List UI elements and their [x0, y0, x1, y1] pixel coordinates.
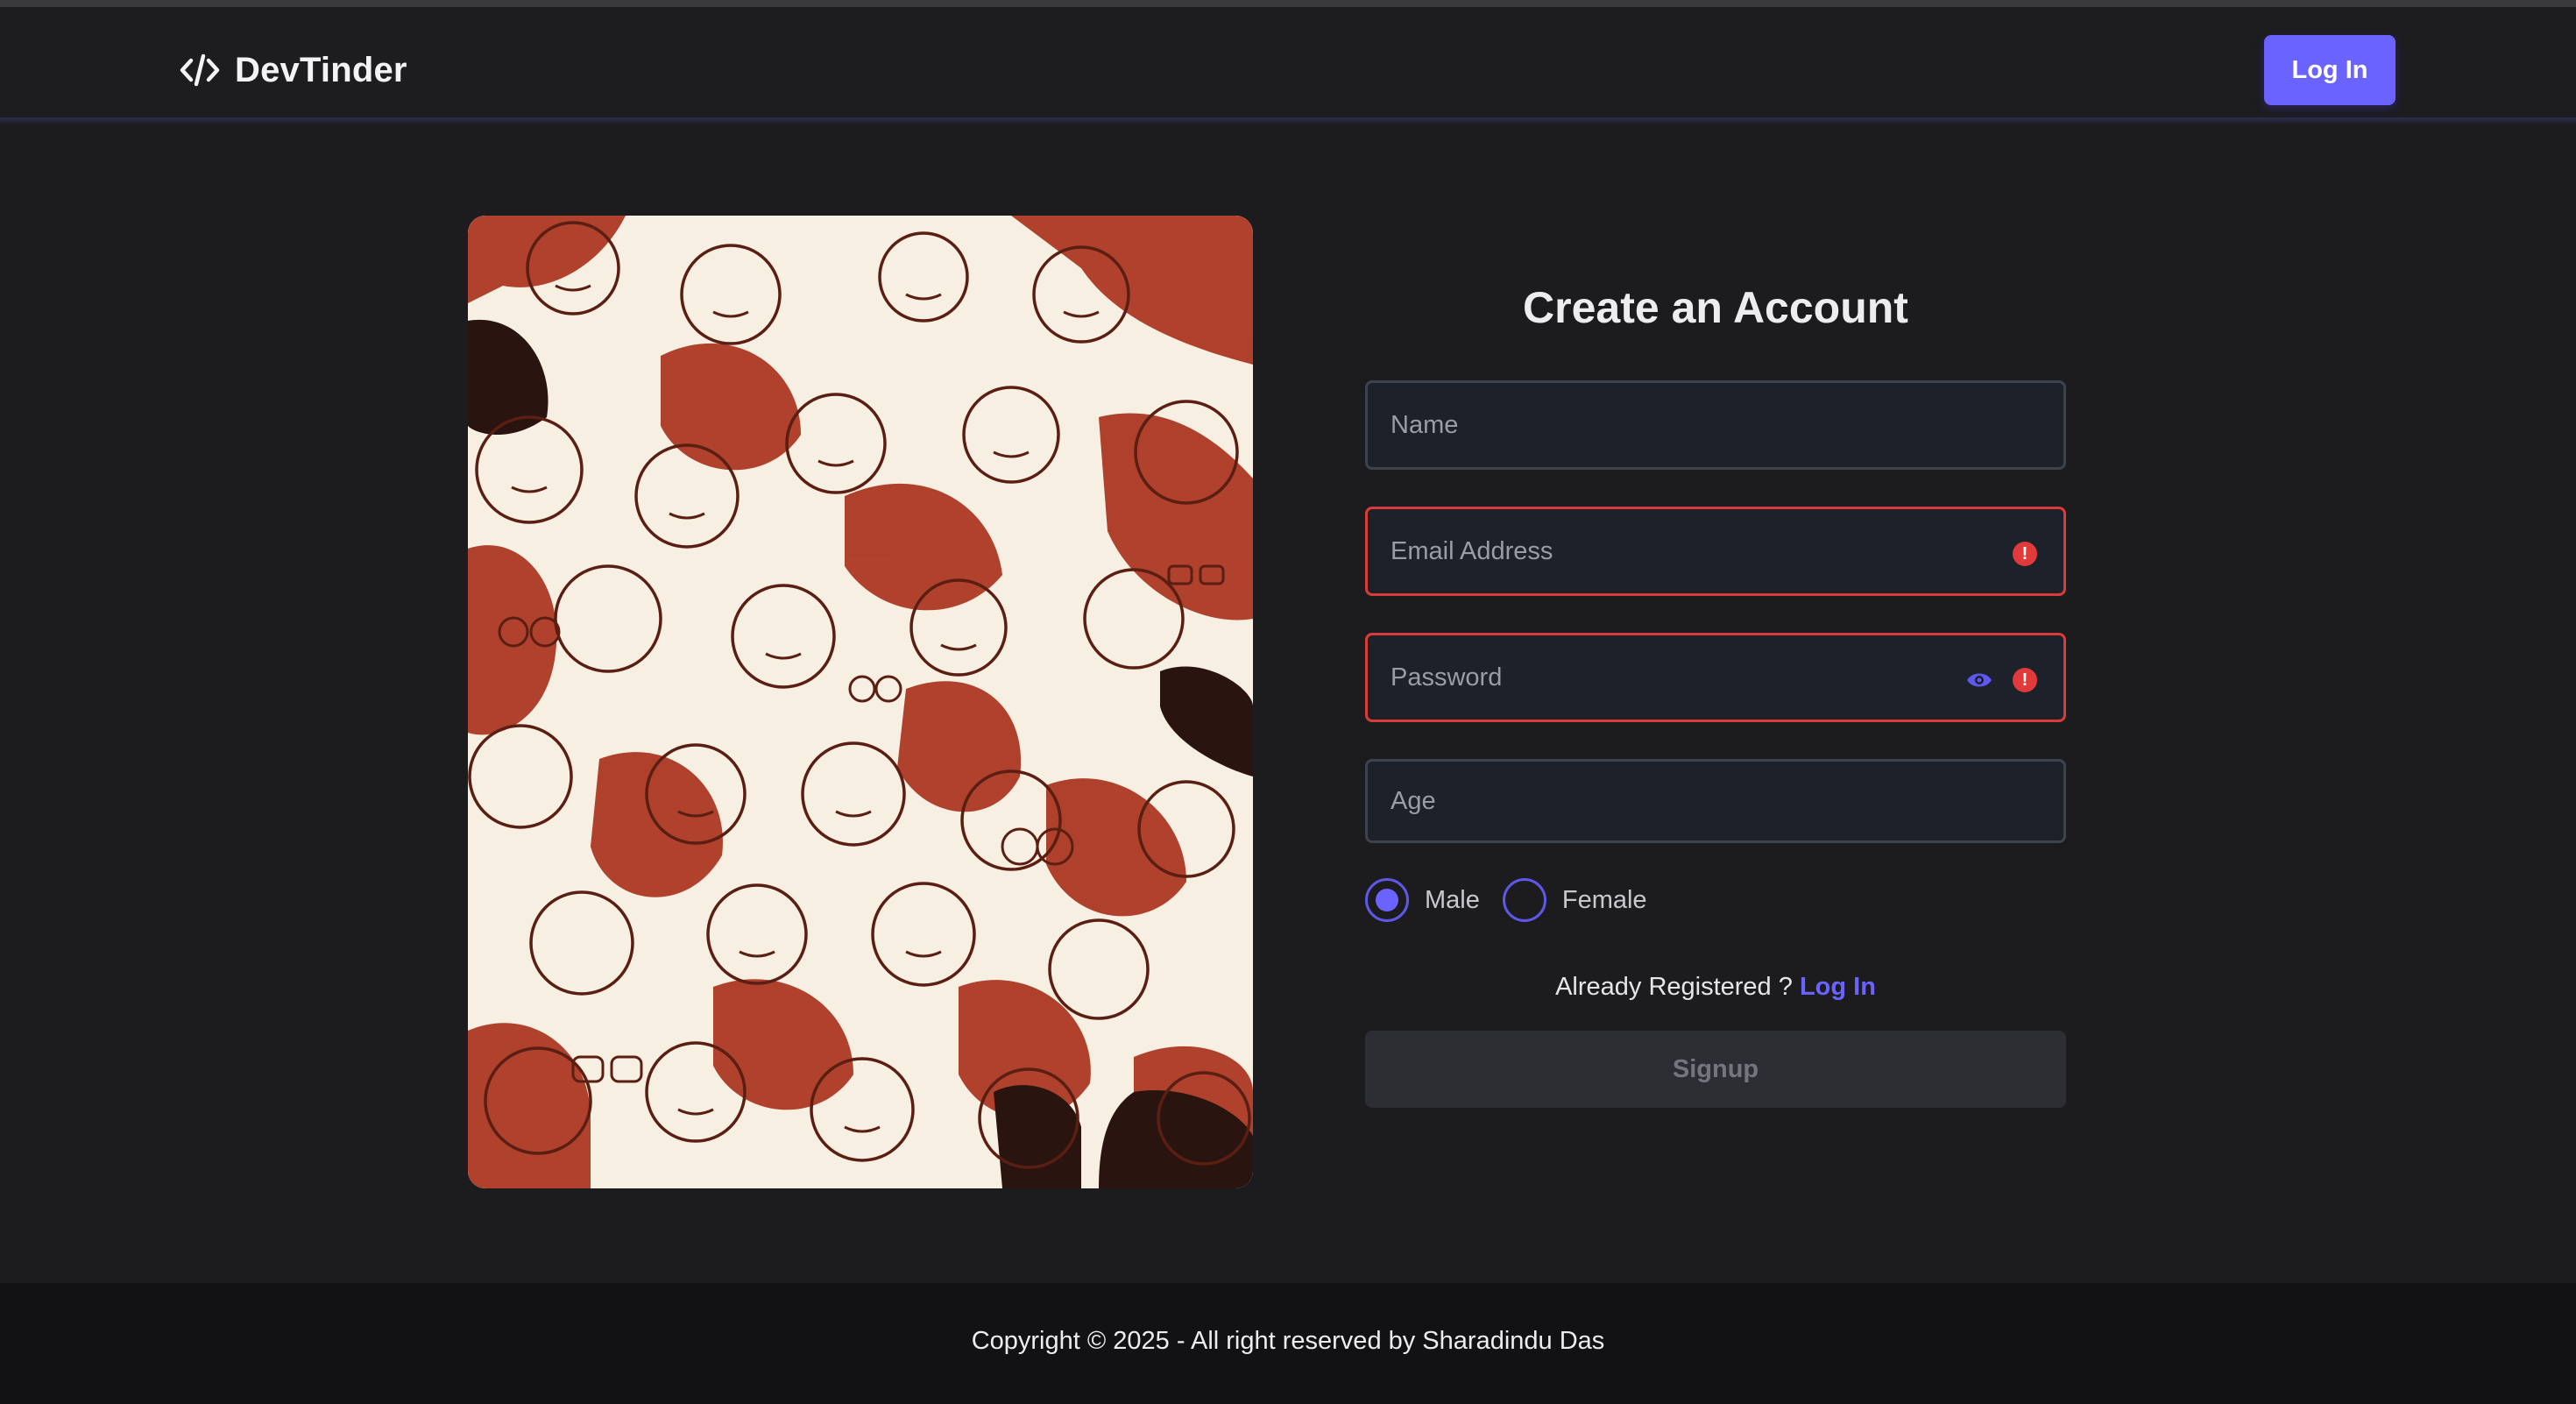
- female-label: Female: [1561, 885, 1647, 914]
- signup-button[interactable]: Signup: [1365, 1031, 2066, 1108]
- navbar-divider: [0, 117, 2576, 124]
- login-link[interactable]: Log In: [1800, 973, 1876, 1001]
- gender-radio-group: Male Female: [1365, 878, 1670, 922]
- password-field: !: [1365, 633, 2066, 722]
- already-registered-label: Already Registered ?: [1555, 973, 1800, 1001]
- male-label: Male: [1425, 885, 1480, 914]
- footer: Copyright © 2025 - All right reserved by…: [0, 1283, 2576, 1404]
- age-input[interactable]: [1368, 762, 2063, 840]
- brand-logo[interactable]: DevTinder: [179, 46, 407, 95]
- name-field: [1365, 380, 2066, 470]
- nav-login-button[interactable]: Log In: [2264, 35, 2396, 105]
- code-icon: [179, 53, 221, 88]
- already-registered-text: Already Registered ? Log In: [1365, 973, 2066, 1002]
- browser-top-strip: [0, 0, 2576, 7]
- password-input[interactable]: [1368, 635, 2063, 720]
- female-radio[interactable]: [1502, 878, 1546, 922]
- error-icon: !: [2013, 668, 2037, 692]
- gender-option-female[interactable]: Female: [1502, 878, 1647, 922]
- eye-icon[interactable]: [1965, 668, 1993, 692]
- male-radio[interactable]: [1365, 878, 1409, 922]
- gender-option-male[interactable]: Male: [1365, 878, 1480, 922]
- form-title: Create an Account: [1523, 283, 1908, 332]
- brand-name: DevTinder: [235, 50, 407, 89]
- error-icon: !: [2013, 542, 2037, 566]
- navbar: DevTinder Log In: [0, 7, 2576, 117]
- email-field: !: [1365, 507, 2066, 596]
- crowd-of-faces-illustration: [468, 216, 1253, 1188]
- age-field: [1365, 759, 2066, 843]
- email-input[interactable]: [1368, 509, 2063, 593]
- copyright-text: Copyright © 2025 - All right reserved by…: [971, 1327, 1605, 1355]
- name-input[interactable]: [1368, 383, 2063, 467]
